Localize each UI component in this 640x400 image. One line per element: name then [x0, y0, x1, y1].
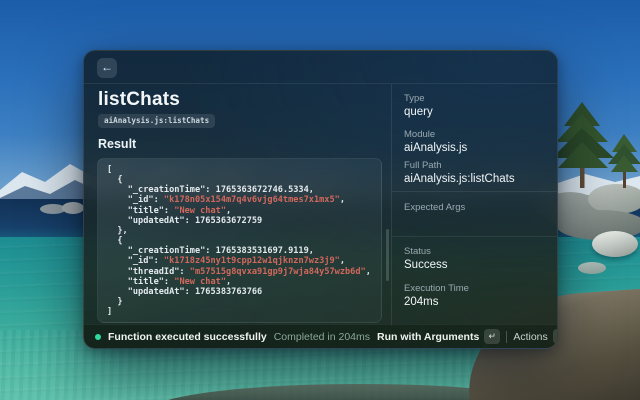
- code-line: }: [107, 297, 372, 307]
- window-header: ←: [84, 51, 557, 84]
- run-with-arguments-label: Run with Arguments: [377, 331, 479, 343]
- code-line: [: [107, 165, 372, 175]
- status-bar: Function executed successfully Completed…: [84, 324, 557, 348]
- footer-completed-text: Completed in 204ms: [274, 331, 370, 343]
- footer-status-text: Function executed successfully: [108, 331, 267, 343]
- back-arrow-icon: ←: [101, 60, 113, 74]
- small-stone: [578, 262, 606, 274]
- code-line: {: [107, 236, 372, 246]
- code-line: "title": "New chat",: [107, 277, 372, 287]
- divider: [392, 236, 558, 237]
- full-path-label: Full Path: [404, 160, 442, 171]
- back-button[interactable]: ←: [97, 58, 117, 78]
- code-line: "_creationTime": 1765363672746.5334,: [107, 185, 372, 195]
- function-runner-window: ← listChats aiAnalysis.js:listChats Resu…: [83, 50, 558, 349]
- run-with-arguments-button[interactable]: Run with Arguments ↵: [377, 329, 500, 344]
- divider: [506, 331, 507, 343]
- pine-trees: [546, 100, 640, 195]
- execution-time-value: 204ms: [404, 296, 439, 308]
- execution-time-label: Execution Time: [404, 283, 469, 294]
- actions-label: Actions: [513, 331, 547, 343]
- code-block[interactable]: [ { "_creationTime": 1765363672746.5334,…: [97, 158, 382, 323]
- function-title: listChats: [98, 89, 180, 111]
- code-line: "_id": "k1718z45ny1t9cpp12w1qjknzn7wz3j9…: [107, 256, 372, 266]
- desktop: ← listChats aiAnalysis.js:listChats Resu…: [0, 0, 640, 400]
- footer-actions-group: Run with Arguments ↵ Actions ⌘ K: [377, 329, 558, 344]
- function-path-badge: aiAnalysis.js:listChats: [98, 114, 215, 128]
- success-dot-icon: [95, 334, 101, 340]
- code-line: "threadId": "m57515g8qvxa91gp9j7wja84y57…: [107, 267, 372, 277]
- white-boulder: [592, 231, 638, 257]
- module-value: aiAnalysis.js: [404, 142, 467, 154]
- module-label: Module: [404, 129, 435, 140]
- actions-button[interactable]: Actions ⌘ K: [513, 329, 558, 344]
- expected-args-label: Expected Args: [404, 202, 465, 213]
- code-line: "updatedAt": 1765363672759: [107, 216, 372, 226]
- details-sidebar: Type query Module aiAnalysis.js Full Pat…: [392, 84, 558, 326]
- code-line: "updatedAt": 1765383763766: [107, 287, 372, 297]
- return-key-icon: ↵: [484, 329, 500, 344]
- code-scrollbar[interactable]: [386, 229, 389, 281]
- code-line: {: [107, 175, 372, 185]
- shore-rock: [62, 202, 84, 214]
- full-path-value: aiAnalysis.js:listChats: [404, 173, 515, 185]
- code-line: "title": "New chat",: [107, 206, 372, 216]
- code-line: "_id": "k178n05x154m7q4v6vjg64tmes7x1mx5…: [107, 195, 372, 205]
- status-label: Status: [404, 246, 431, 257]
- code-line: "_creationTime": 1765383531697.9119,: [107, 246, 372, 256]
- result-heading: Result: [98, 137, 136, 151]
- divider: [392, 191, 558, 192]
- code-line: ]: [107, 307, 372, 317]
- code-line: },: [107, 226, 372, 236]
- type-value: query: [404, 106, 433, 118]
- status-value: Success: [404, 259, 447, 271]
- type-label: Type: [404, 93, 425, 104]
